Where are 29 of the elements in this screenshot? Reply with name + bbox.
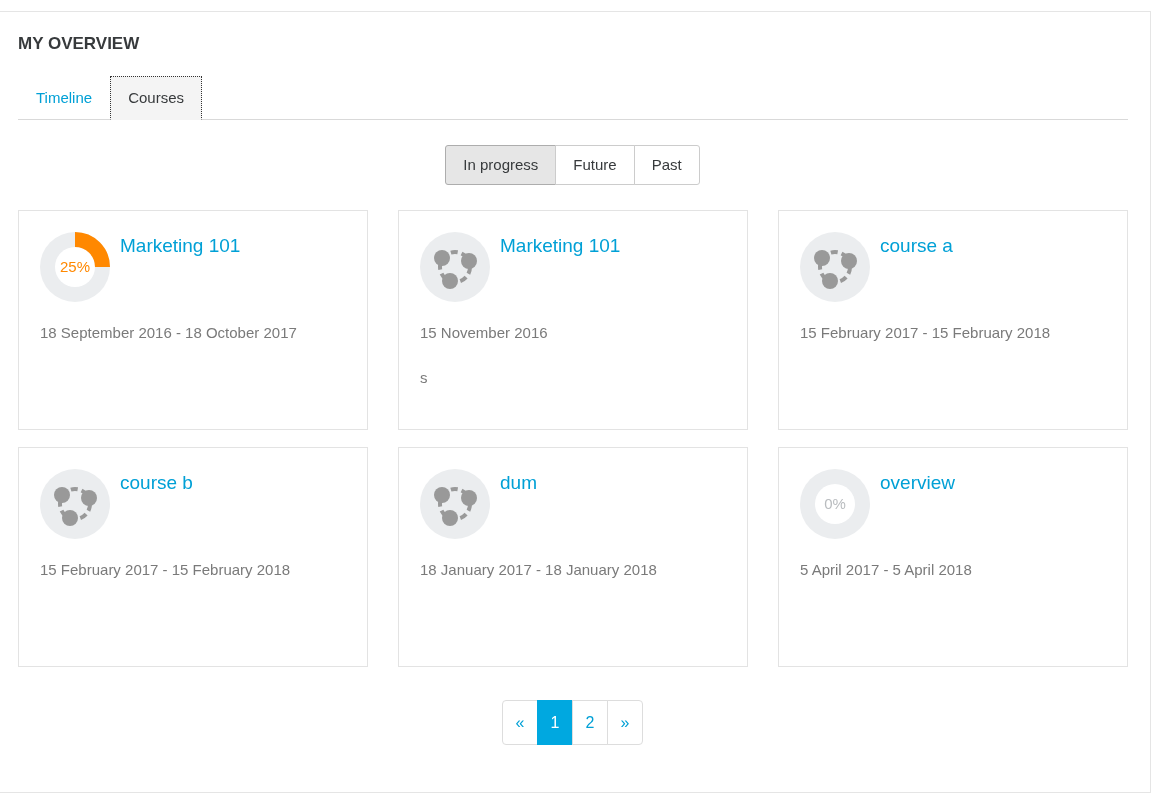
section-title: MY OVERVIEW — [18, 33, 141, 55]
page-link[interactable]: 2 — [572, 700, 608, 745]
course-link[interactable]: course b — [120, 470, 193, 539]
page-link[interactable]: 1 — [537, 700, 573, 745]
course-link[interactable]: dum — [500, 470, 537, 539]
course-link[interactable]: overview — [880, 470, 955, 539]
course-icon — [420, 469, 490, 539]
course-dates: 18 January 2017 - 18 January 2018 — [420, 560, 658, 580]
course-link[interactable]: Marketing 101 — [120, 233, 241, 302]
progress-percent: 0% — [823, 493, 847, 514]
filter-button[interactable]: In progress — [445, 145, 557, 185]
course-link[interactable]: course a — [880, 233, 953, 302]
course-dates: 5 April 2017 - 5 April 2018 — [800, 560, 973, 580]
course-dates: 15 February 2017 - 15 February 2018 — [800, 323, 1052, 343]
course-summary: s — [420, 367, 429, 388]
course-link[interactable]: Marketing 101 — [500, 233, 621, 302]
course-dates: 15 February 2017 - 15 February 2018 — [40, 560, 292, 580]
filter-button[interactable]: Past — [633, 145, 700, 185]
page-link[interactable]: « — [502, 700, 538, 745]
course-icon — [40, 469, 110, 539]
tab[interactable]: Timeline — [18, 76, 111, 120]
course-dates: 15 November 2016 — [420, 323, 549, 343]
filter-button[interactable]: Future — [555, 145, 635, 185]
course-dates: 18 September 2016 - 18 October 2017 — [40, 323, 298, 343]
tab[interactable]: Courses — [110, 76, 202, 120]
course-icon — [420, 232, 490, 302]
progress-percent: 25% — [59, 256, 91, 277]
course-icon — [800, 232, 870, 302]
page-link[interactable]: » — [607, 700, 643, 745]
